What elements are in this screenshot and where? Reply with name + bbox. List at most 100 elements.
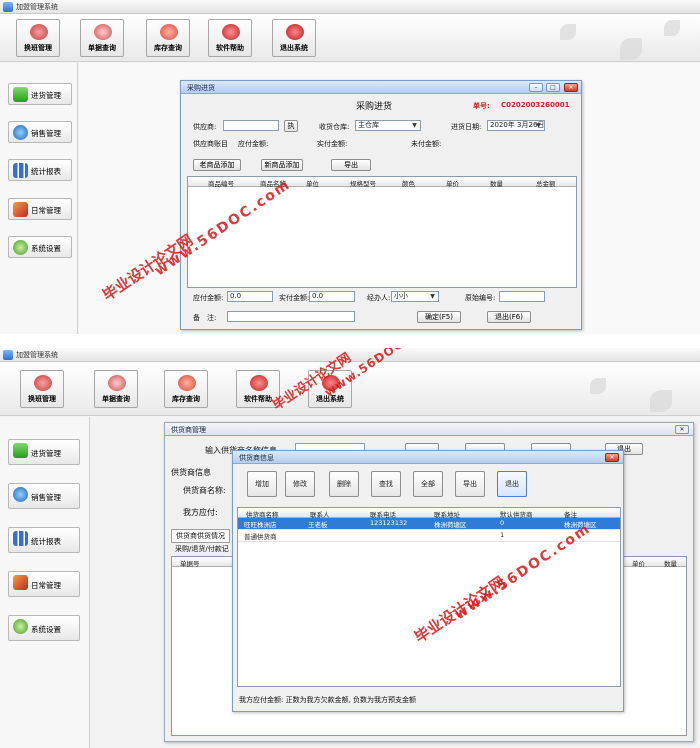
chart-icon (13, 531, 28, 546)
sidebar-item-sales[interactable]: 销售管理 (8, 121, 72, 143)
add-old-item-button[interactable]: 老商品添加 (193, 159, 241, 171)
power-icon (286, 24, 304, 40)
help-icon (222, 24, 240, 40)
supplier-input[interactable] (223, 120, 279, 131)
handler-select[interactable]: 小小 ▼ (391, 291, 439, 302)
plus-icon (13, 87, 28, 102)
minimize-button[interactable]: – (529, 83, 543, 92)
all-button[interactable]: 全部 (413, 471, 443, 497)
sidebar-item-sales[interactable]: 销售管理 (8, 483, 80, 509)
gear-icon (13, 240, 28, 255)
app-icon (3, 2, 13, 12)
orig-no-input[interactable] (499, 291, 545, 302)
supplier-footer-note: 我方应付金额: 正数为我方欠款金额, 负数为我方预支金额 (239, 696, 417, 704)
item-grid[interactable]: 商品编号 商品名称 单位 规格型号 颜色 单价 数量 总金额 (187, 176, 577, 288)
purchase-heading: 采购进货 (356, 102, 393, 112)
remark-label: 备 注: (193, 314, 217, 322)
export-button[interactable]: 导出 (455, 471, 485, 497)
supplier-account-label: 供应商账目 (193, 140, 228, 148)
remark-input[interactable] (227, 311, 355, 322)
tools-icon (13, 575, 28, 590)
toolbar-shift-button[interactable]: 换班管理 (20, 370, 64, 408)
supplier-label: 供应商: (193, 123, 217, 131)
edit-button[interactable]: 修改 (285, 471, 315, 497)
unpaid-amount-label: 未付金额: (411, 140, 442, 148)
toolbar-bill-query-button[interactable]: 单据查询 (94, 370, 138, 408)
sidebar-item-reports[interactable]: 统计报表 (8, 159, 72, 181)
people-icon (34, 375, 52, 391)
window-title: 加盟管理系统 (16, 3, 58, 11)
warehouse-label: 收货仓库: (319, 123, 350, 131)
records-label: 采购/退货/付款记 (175, 545, 229, 553)
paid-label: 实付金额: (279, 294, 310, 302)
toolbar-help-button[interactable]: 软件帮助 (208, 19, 252, 57)
magnifier-icon (94, 24, 112, 40)
close-button[interactable]: ✕ (564, 83, 578, 92)
toolbar-shift-button[interactable]: 换班管理 (16, 19, 60, 57)
payable-amount-label: 应付金额: (238, 140, 269, 148)
toolbar-stock-query-button[interactable]: 库存查询 (146, 19, 190, 57)
stack-icon (160, 24, 178, 40)
sidebar-item-purchase[interactable]: 进货管理 (8, 83, 72, 105)
payable-input[interactable]: 0.0 (227, 291, 273, 302)
toolbar-stock-query-button[interactable]: 库存查询 (164, 370, 208, 408)
chevron-down-icon: ▼ (412, 122, 417, 129)
sidebar: 进货管理 销售管理 统计报表 日常管理 系统设置 (0, 417, 90, 748)
table-row[interactable]: 旺旺株洲店 王老板 123123132 株洲荷塘区 0 株洲荷塘区 (238, 518, 620, 530)
toolbar-exit-button[interactable]: 退出系统 (272, 19, 316, 57)
help-icon (250, 375, 268, 391)
gear-icon (13, 619, 28, 634)
chevron-down-icon: ▼ (430, 293, 435, 300)
sidebar-item-settings[interactable]: 系统设置 (8, 615, 80, 641)
close-button[interactable]: ✕ (675, 425, 689, 434)
sidebar-item-purchase[interactable]: 进货管理 (8, 439, 80, 465)
delete-button[interactable]: 删除 (329, 471, 359, 497)
globe-icon (13, 487, 28, 502)
date-label: 进货日期: (451, 123, 482, 131)
sidebar-item-daily[interactable]: 日常管理 (8, 571, 80, 597)
stack-icon (178, 375, 196, 391)
decor-leaf (560, 24, 576, 40)
find-button[interactable]: 查找 (371, 471, 401, 497)
export-button[interactable]: 导出 (331, 159, 371, 171)
decor-leaf (664, 20, 680, 36)
sidebar-item-daily[interactable]: 日常管理 (8, 198, 72, 220)
add-new-item-button[interactable]: 新商品添加 (261, 159, 303, 171)
paid-amount-label: 实付金额: (317, 140, 348, 148)
decor-leaf (590, 378, 606, 394)
supplier-pick-button[interactable]: 执 (284, 120, 298, 132)
sidebar-item-settings[interactable]: 系统设置 (8, 236, 72, 258)
order-no-value: C0202003260001 (501, 101, 570, 109)
window-title: 加盟管理系统 (16, 351, 58, 359)
sidebar-item-reports[interactable]: 统计报表 (8, 527, 80, 553)
decor-leaf (650, 390, 672, 412)
decor-leaf (620, 38, 642, 60)
add-button[interactable]: 增加 (247, 471, 277, 497)
supplier-info-dialog: 供货商信息 ✕ 增加 修改 删除 查找 全部 导出 退出 供货商名称 联系人 联… (232, 450, 624, 712)
main-toolbar: 换班管理 单据查询 库存查询 软件帮助 退出系统 (0, 14, 700, 62)
item-grid-header: 商品编号 商品名称 单位 规格型号 颜色 单价 数量 总金额 (188, 177, 576, 188)
plus-icon (13, 443, 28, 458)
handler-label: 经办人: (367, 294, 391, 302)
date-picker[interactable]: 2020年 3月26日 ▼ (487, 120, 545, 131)
sidebar: 进货管理 销售管理 统计报表 日常管理 系统设置 (0, 63, 78, 334)
confirm-button[interactable]: 确定(F5) (417, 311, 461, 323)
toolbar-bill-query-button[interactable]: 单据查询 (80, 19, 124, 57)
app-icon (3, 350, 13, 360)
supplier-mgmt-titlebar: 供货商管理 ✕ (165, 423, 693, 436)
paid-input[interactable]: 0.0 (309, 291, 355, 302)
tab-supply-status[interactable]: 供货商供货情况 (171, 529, 230, 543)
close-button[interactable]: ✕ (605, 453, 619, 462)
supplier-info-titlebar: 供货商信息 ✕ (233, 451, 623, 464)
payable-label: 应付金额: (193, 294, 224, 302)
magnifier-icon (108, 375, 126, 391)
chevron-down-icon: ▼ (536, 122, 541, 129)
screenshot-purchase: 加盟管理系统 换班管理 单据查询 库存查询 软件帮助 退出系统 进货管理 销售管… (0, 0, 700, 334)
maximize-button[interactable]: □ (546, 83, 560, 92)
globe-icon (13, 125, 28, 140)
warehouse-select[interactable]: 主仓库 ▼ (355, 120, 421, 131)
exit-button[interactable]: 退出 (497, 471, 527, 497)
purchase-dialog-titlebar: 采购进货 – □ ✕ (181, 81, 581, 94)
order-no-label: 单号: (473, 102, 490, 110)
exit-button[interactable]: 退出(F6) (487, 311, 531, 323)
